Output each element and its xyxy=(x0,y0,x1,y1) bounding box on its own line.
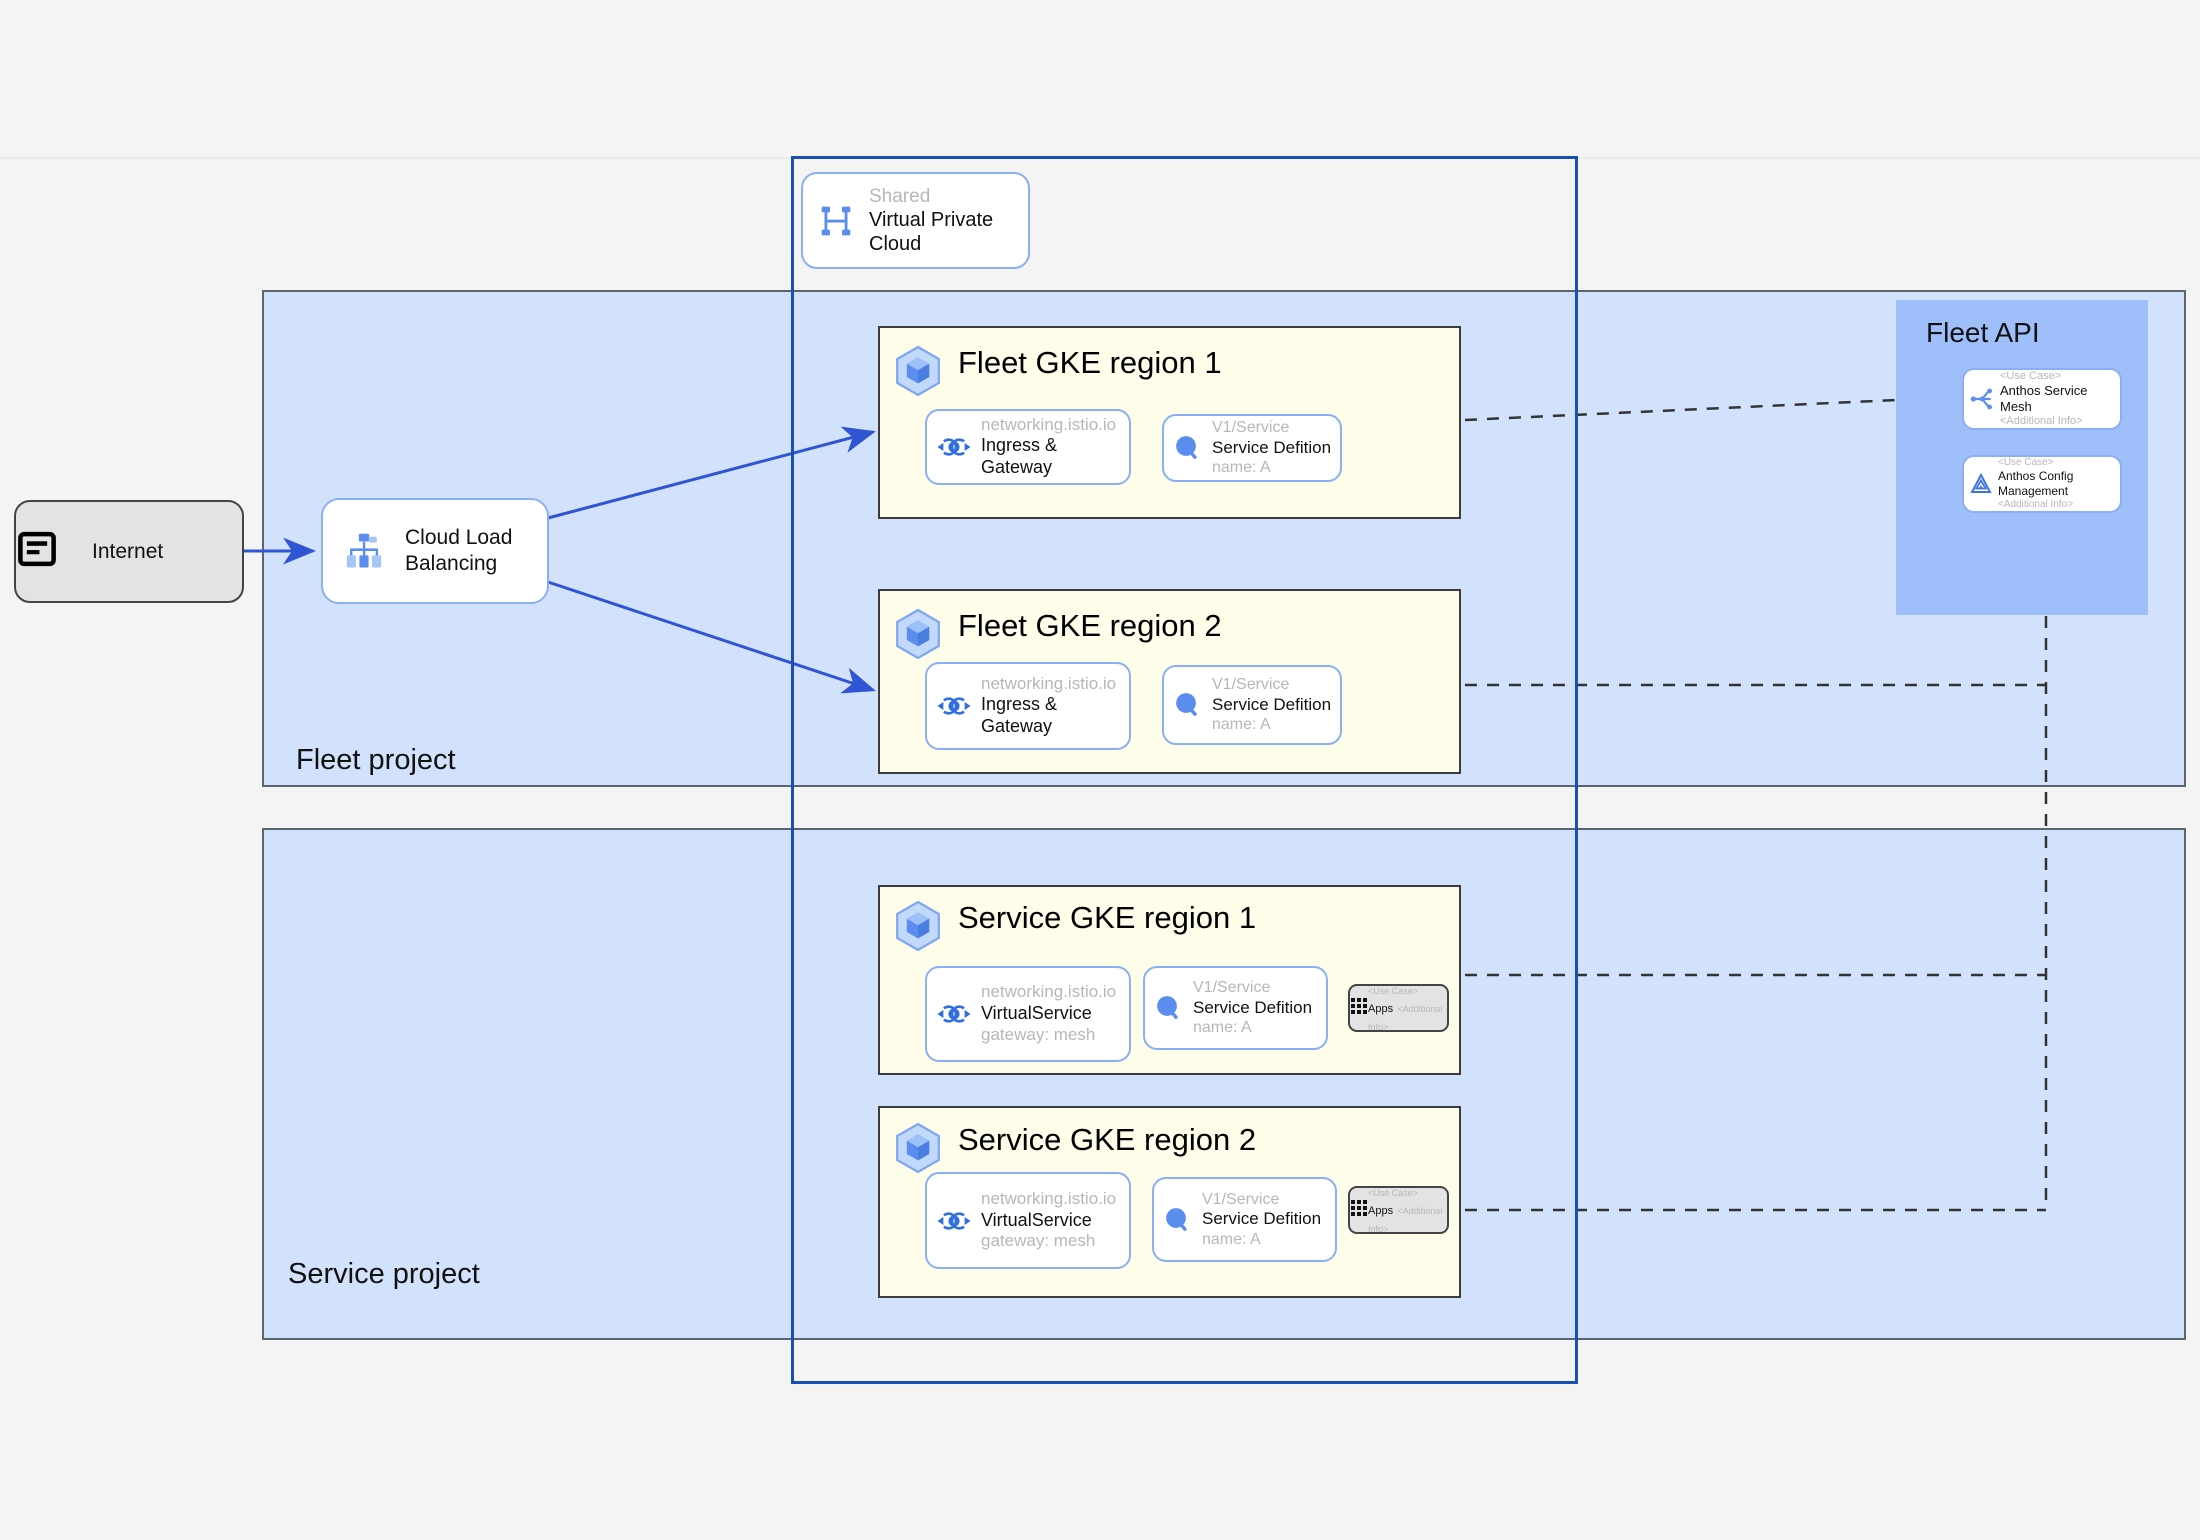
anthos-config-management-card[interactable]: <Use Case> Anthos Config Management <Add… xyxy=(1962,455,2122,513)
service-definition-3-card[interactable]: V1/Service Service Defition name: A xyxy=(1143,966,1328,1050)
anthos-service-mesh-sub: <Additional Info> xyxy=(2000,414,2083,427)
virtualservice-2-top: networking.istio.io xyxy=(981,1188,1117,1208)
service-definition-1-card[interactable]: V1/Service Service Defition name: A xyxy=(1162,414,1342,482)
apps-grid-icon xyxy=(1350,997,1368,1020)
istio-gateway-icon xyxy=(927,1208,981,1234)
service-definition-1-top: V1/Service xyxy=(1212,419,1290,437)
ingress-gateway-2-main: Ingress & Gateway xyxy=(981,694,1058,737)
gke-icon xyxy=(894,608,942,660)
anthos-service-mesh-main: Anthos Service Mesh xyxy=(2000,383,2088,414)
virtualservice-2-card[interactable]: networking.istio.io VirtualService gatew… xyxy=(925,1172,1131,1269)
virtualservice-1-card[interactable]: networking.istio.io VirtualService gatew… xyxy=(925,966,1131,1062)
virtualservice-2-sub: gateway: mesh xyxy=(981,1231,1096,1251)
fleet-api-title: Fleet API xyxy=(1926,317,2040,348)
virtual-private-cloud-icon xyxy=(803,201,869,241)
diagram-canvas: Fleet project Service project Internet C… xyxy=(0,0,2200,1540)
ingress-gateway-1-top: networking.istio.io xyxy=(981,414,1117,434)
anthos-config-management-icon xyxy=(1964,472,1998,496)
apps-2-main: Apps xyxy=(1368,1205,1394,1217)
anthos-config-management-main: Anthos Config Management xyxy=(1998,469,2074,498)
istio-gateway-icon xyxy=(927,1001,981,1027)
lb-label-line1: Cloud Load xyxy=(405,526,513,550)
service-gke-region-1-title: Service GKE region 1 xyxy=(958,900,1257,935)
anthos-service-mesh-icon xyxy=(1964,386,2000,412)
gke-icon xyxy=(894,1122,942,1174)
apps-1-card[interactable]: <Use Case> Apps <Additional Info> xyxy=(1348,984,1449,1032)
apps-2-top: <Use Case> xyxy=(1368,1188,1419,1198)
virtual-private-cloud-node[interactable]: Shared Virtual Private Cloud xyxy=(801,172,1030,269)
service-definition-4-card[interactable]: V1/Service Service Defition name: A xyxy=(1152,1177,1337,1262)
ingress-gateway-1-card[interactable]: networking.istio.io Ingress & Gateway xyxy=(925,409,1131,485)
service-definition-3-top: V1/Service xyxy=(1193,979,1271,997)
vpc-name-label: Virtual Private Cloud xyxy=(869,208,994,256)
istio-gateway-icon xyxy=(927,693,981,719)
ingress-gateway-2-top: networking.istio.io xyxy=(981,673,1117,693)
virtualservice-1-sub: gateway: mesh xyxy=(981,1024,1096,1044)
service-definition-4-top: V1/Service xyxy=(1202,1190,1280,1208)
anthos-config-management-top: <Use Case> xyxy=(1998,457,2054,469)
service-definition-icon xyxy=(1145,992,1193,1024)
article-icon xyxy=(16,528,92,575)
cloud-load-balancing-icon xyxy=(323,529,405,573)
anthos-service-mesh-card[interactable]: <Use Case> Anthos Service Mesh <Addition… xyxy=(1962,368,2122,430)
anthos-service-mesh-top: <Use Case> xyxy=(2000,369,2062,382)
lb-label-line2: Balancing xyxy=(405,552,498,575)
anthos-config-management-sub: <Additional Info> xyxy=(1998,498,2074,510)
apps-1-main: Apps xyxy=(1368,1003,1394,1015)
gke-icon xyxy=(894,900,942,952)
virtualservice-1-main: VirtualService xyxy=(981,1003,1092,1024)
service-definition-2-top: V1/Service xyxy=(1212,676,1290,694)
cloud-load-balancing-node[interactable]: Cloud Load Balancing xyxy=(321,498,549,604)
vpc-kind-label: Shared xyxy=(869,185,931,207)
internet-node[interactable]: Internet xyxy=(14,500,244,603)
service-definition-1-main: Service Defition xyxy=(1212,437,1332,457)
virtualservice-1-top: networking.istio.io xyxy=(981,982,1117,1002)
fleet-gke-region-1-title: Fleet GKE region 1 xyxy=(958,345,1222,380)
istio-gateway-icon xyxy=(927,434,981,460)
service-definition-2-sub: name: A xyxy=(1212,716,1271,734)
internet-label: Internet xyxy=(92,539,164,563)
ingress-gateway-2-card[interactable]: networking.istio.io Ingress & Gateway xyxy=(925,662,1131,750)
service-definition-icon xyxy=(1164,432,1212,464)
service-gke-region-2-title: Service GKE region 2 xyxy=(958,1122,1257,1157)
service-definition-icon xyxy=(1154,1204,1202,1236)
service-definition-2-card[interactable]: V1/Service Service Defition name: A xyxy=(1162,665,1342,745)
virtualservice-2-main: VirtualService xyxy=(981,1209,1092,1230)
service-definition-3-main: Service Defition xyxy=(1193,997,1313,1017)
service-definition-2-main: Service Defition xyxy=(1212,694,1332,714)
gke-icon xyxy=(894,345,942,397)
service-definition-icon xyxy=(1164,689,1212,721)
service-project-label: Service project xyxy=(288,1258,480,1290)
apps-1-top: <Use Case> xyxy=(1368,986,1419,996)
fleet-project-label: Fleet project xyxy=(296,744,456,776)
service-definition-1-sub: name: A xyxy=(1212,459,1271,477)
apps-2-card[interactable]: <Use Case> Apps <Additional Info> xyxy=(1348,1186,1449,1234)
service-definition-4-sub: name: A xyxy=(1202,1230,1261,1248)
apps-grid-icon xyxy=(1350,1199,1368,1222)
ingress-gateway-1-main: Ingress & Gateway xyxy=(981,435,1058,478)
service-definition-3-sub: name: A xyxy=(1193,1019,1252,1037)
service-definition-4-main: Service Defition xyxy=(1202,1209,1322,1229)
fleet-gke-region-2-title: Fleet GKE region 2 xyxy=(958,608,1222,643)
